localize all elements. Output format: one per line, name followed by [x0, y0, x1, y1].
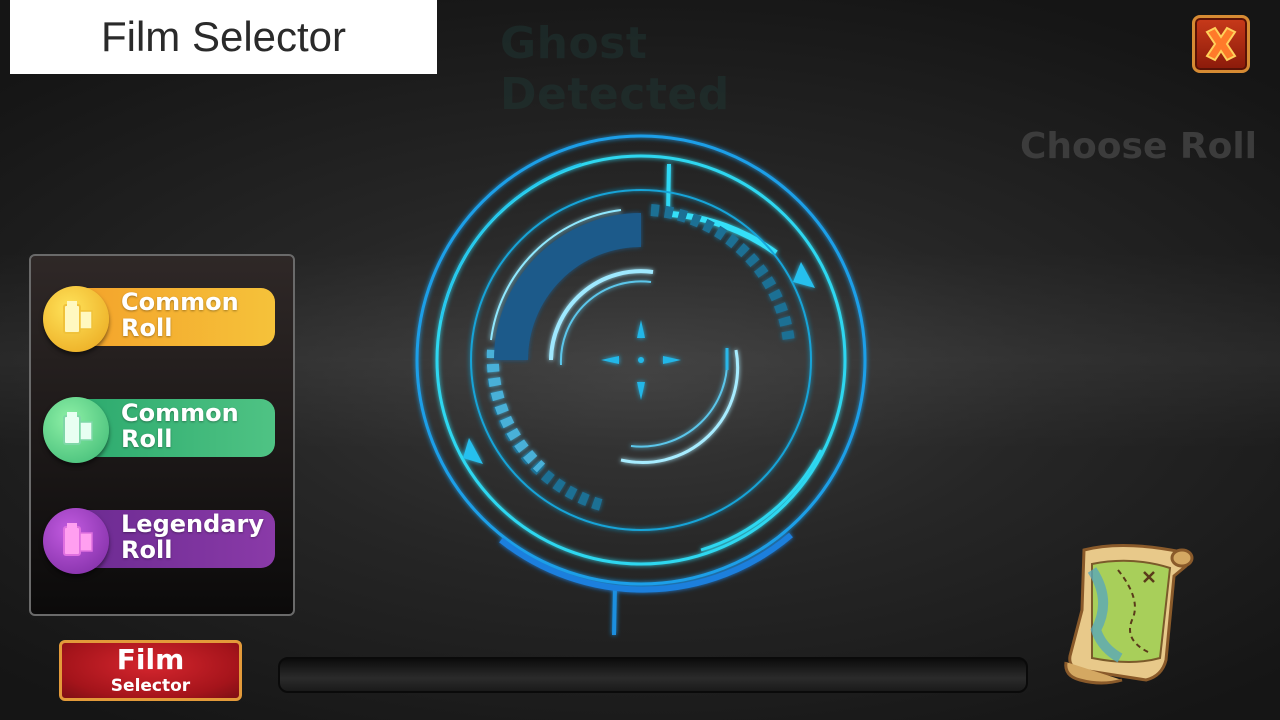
- roll-label-line2: Roll: [121, 314, 173, 342]
- film-canister-icon: [63, 523, 93, 556]
- page-title-text: Film Selector: [100, 13, 347, 60]
- film-selector-line2: Selector: [110, 676, 191, 696]
- scan-progress-bar: [278, 657, 1028, 693]
- roll-circle: [43, 397, 109, 463]
- film-selector-line1: Film: [116, 643, 185, 676]
- film-canister-icon: [63, 301, 93, 334]
- ghost-scanner-reticle: [415, 134, 867, 636]
- roll-label-line1: Common: [121, 399, 239, 427]
- treasure-map-icon[interactable]: [1062, 540, 1196, 688]
- roll-circle: [43, 286, 109, 352]
- page-title: Film Selector: [10, 0, 437, 74]
- roll-circle: [43, 508, 109, 574]
- close-icon: [1205, 26, 1237, 62]
- roll-label: Legendary Roll: [121, 511, 271, 563]
- film-canister-icon: [63, 412, 93, 445]
- roll-label-line2: Roll: [121, 425, 173, 453]
- choose-roll-label: Choose Roll: [1020, 126, 1258, 167]
- roll-label-line1: Legendary: [121, 510, 264, 538]
- roll-selection-panel: Common Roll Common Roll Legendary Roll: [29, 254, 295, 616]
- roll-label-line2: Roll: [121, 536, 173, 564]
- legendary-roll-button[interactable]: Legendary Roll: [43, 508, 275, 574]
- close-button[interactable]: [1192, 15, 1250, 73]
- roll-label-line1: Common: [121, 288, 239, 316]
- roll-label: Common Roll: [121, 400, 271, 452]
- common-roll-button-2[interactable]: Common Roll: [43, 397, 275, 463]
- film-selector-button[interactable]: Film Selector: [59, 640, 242, 701]
- roll-label: Common Roll: [121, 289, 271, 341]
- common-roll-button-1[interactable]: Common Roll: [43, 286, 275, 352]
